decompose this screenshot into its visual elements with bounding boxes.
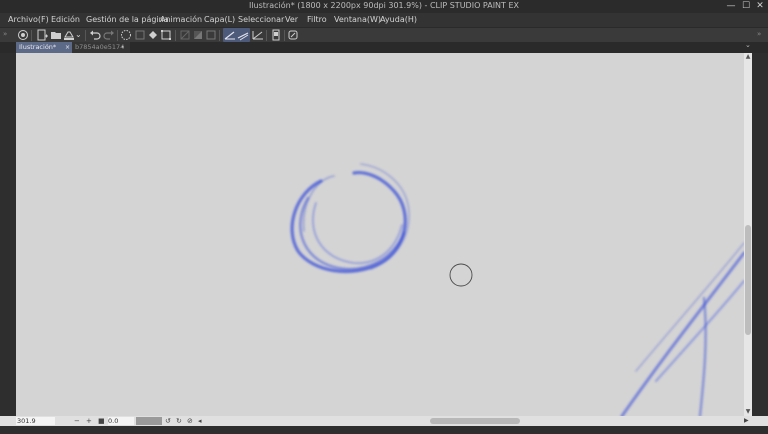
menu-capa[interactable]: Capa(L) <box>204 15 235 24</box>
horizontal-scroll-thumb[interactable] <box>430 418 520 424</box>
brush-stroke <box>302 175 335 232</box>
close-button[interactable]: ✕ <box>753 0 767 13</box>
tab-close-icon[interactable]: • <box>121 42 125 53</box>
zoom-out-button[interactable]: − <box>74 416 80 426</box>
toolbar-separator <box>219 30 220 41</box>
canvas-artwork <box>290 163 744 416</box>
brush-stroke <box>698 296 707 416</box>
menu-ventana[interactable]: Ventana(W) <box>334 15 381 24</box>
crop-icon[interactable] <box>192 29 204 41</box>
fill-icon[interactable] <box>147 29 159 41</box>
tab-ilustracion[interactable]: Ilustración* × <box>16 42 74 53</box>
snap-ruler-icon[interactable] <box>224 29 236 41</box>
vertical-scrollbar[interactable]: ▲ ▼ <box>744 53 752 416</box>
border-icon[interactable] <box>205 29 217 41</box>
menu-animacion[interactable]: Animación <box>160 15 202 24</box>
clip-studio-icon[interactable] <box>17 29 29 41</box>
zoom-field[interactable]: 301.9 <box>16 417 55 425</box>
toolbar-separator <box>175 30 176 41</box>
left-panel-collapse-icon[interactable]: » <box>3 30 7 38</box>
document-tab-bar: Ilustración* × b7854a0e5174 • ⌄ <box>0 41 768 53</box>
maximize-button[interactable]: ☐ <box>739 0 753 13</box>
brush-stroke <box>635 242 744 372</box>
toolbar-separator <box>117 30 118 41</box>
brush-stroke <box>290 170 407 274</box>
menu-gestion-pagina[interactable]: Gestión de la página <box>86 15 169 24</box>
clear-icon[interactable] <box>134 29 146 41</box>
menu-ayuda[interactable]: Ayuda(H) <box>380 15 417 24</box>
title-bar: Ilustración* (1800 x 2200px 90dpi 301.9%… <box>0 0 768 13</box>
tab-b7854a0e5174[interactable]: b7854a0e5174 • <box>72 42 130 53</box>
vertical-scroll-thumb[interactable] <box>745 225 751 335</box>
tablet-icon[interactable] <box>270 29 282 41</box>
new-file-icon[interactable] <box>36 29 48 41</box>
settings-icon[interactable] <box>287 29 299 41</box>
zoom-slider-handle[interactable]: ■ <box>98 416 105 426</box>
command-bar: » ⌄ » <box>0 27 768 43</box>
rotate-right-icon[interactable]: ↻ <box>176 416 182 426</box>
brush-stroke <box>620 251 744 416</box>
toolbar-separator <box>31 30 32 41</box>
redo-icon[interactable] <box>103 29 115 41</box>
scroll-down-icon[interactable]: ▼ <box>744 408 752 415</box>
snap-grid-icon[interactable] <box>252 29 264 41</box>
scroll-right-icon[interactable]: ▶ <box>744 416 749 426</box>
scroll-up-icon[interactable]: ▲ <box>744 53 752 60</box>
tab-label: Ilustración* <box>19 43 57 51</box>
save-icon[interactable] <box>63 29 75 41</box>
brush-cursor <box>449 263 473 287</box>
tab-label: b7854a0e5174 <box>75 43 125 51</box>
menu-seleccionar[interactable]: Seleccionar <box>238 15 284 24</box>
zoom-in-button[interactable]: + <box>86 416 92 426</box>
toolbar-separator <box>284 30 285 41</box>
rotate-left-icon[interactable]: ↺ <box>165 416 171 426</box>
open-file-icon[interactable] <box>50 29 62 41</box>
minimize-button[interactable]: — <box>724 0 738 13</box>
toolbar-separator <box>266 30 267 41</box>
rotation-field[interactable]: 0.0 <box>108 417 134 425</box>
menu-bar: Archivo(F) Edición Gestión de la página … <box>0 13 768 27</box>
right-panel-edge <box>752 53 768 416</box>
menu-archivo[interactable]: Archivo(F) <box>8 15 49 24</box>
snap-special-ruler-icon[interactable] <box>237 29 249 41</box>
menu-filtro[interactable]: Filtro <box>307 15 327 24</box>
flip-horizontal-icon[interactable]: ◂ <box>198 416 202 426</box>
rotation-slider[interactable] <box>136 417 162 425</box>
menu-ver[interactable]: Ver <box>285 15 298 24</box>
loading-icon[interactable] <box>120 29 132 41</box>
hide-outside-icon[interactable] <box>179 29 191 41</box>
drawing-canvas[interactable] <box>16 53 744 416</box>
navigator-status-bar: 301.9 − + ■ 0.0 ↺ ↻ ⊘ ◂ ▶ <box>0 416 768 426</box>
undo-icon[interactable] <box>89 29 101 41</box>
window-title: Ilustración* (1800 x 2200px 90dpi 301.9%… <box>248 1 520 10</box>
tab-close-icon[interactable]: × <box>65 42 70 53</box>
menu-edicion[interactable]: Edición <box>51 15 80 24</box>
transform-icon[interactable] <box>160 29 172 41</box>
right-panel-collapse-icon[interactable]: » <box>757 30 761 38</box>
reset-rotation-icon[interactable]: ⊘ <box>187 416 193 426</box>
tab-menu-chevron-icon[interactable]: ⌄ <box>745 41 751 49</box>
bottom-panel-edge <box>0 426 768 434</box>
toolbar-separator <box>85 30 86 41</box>
left-panel-edge <box>0 53 16 416</box>
